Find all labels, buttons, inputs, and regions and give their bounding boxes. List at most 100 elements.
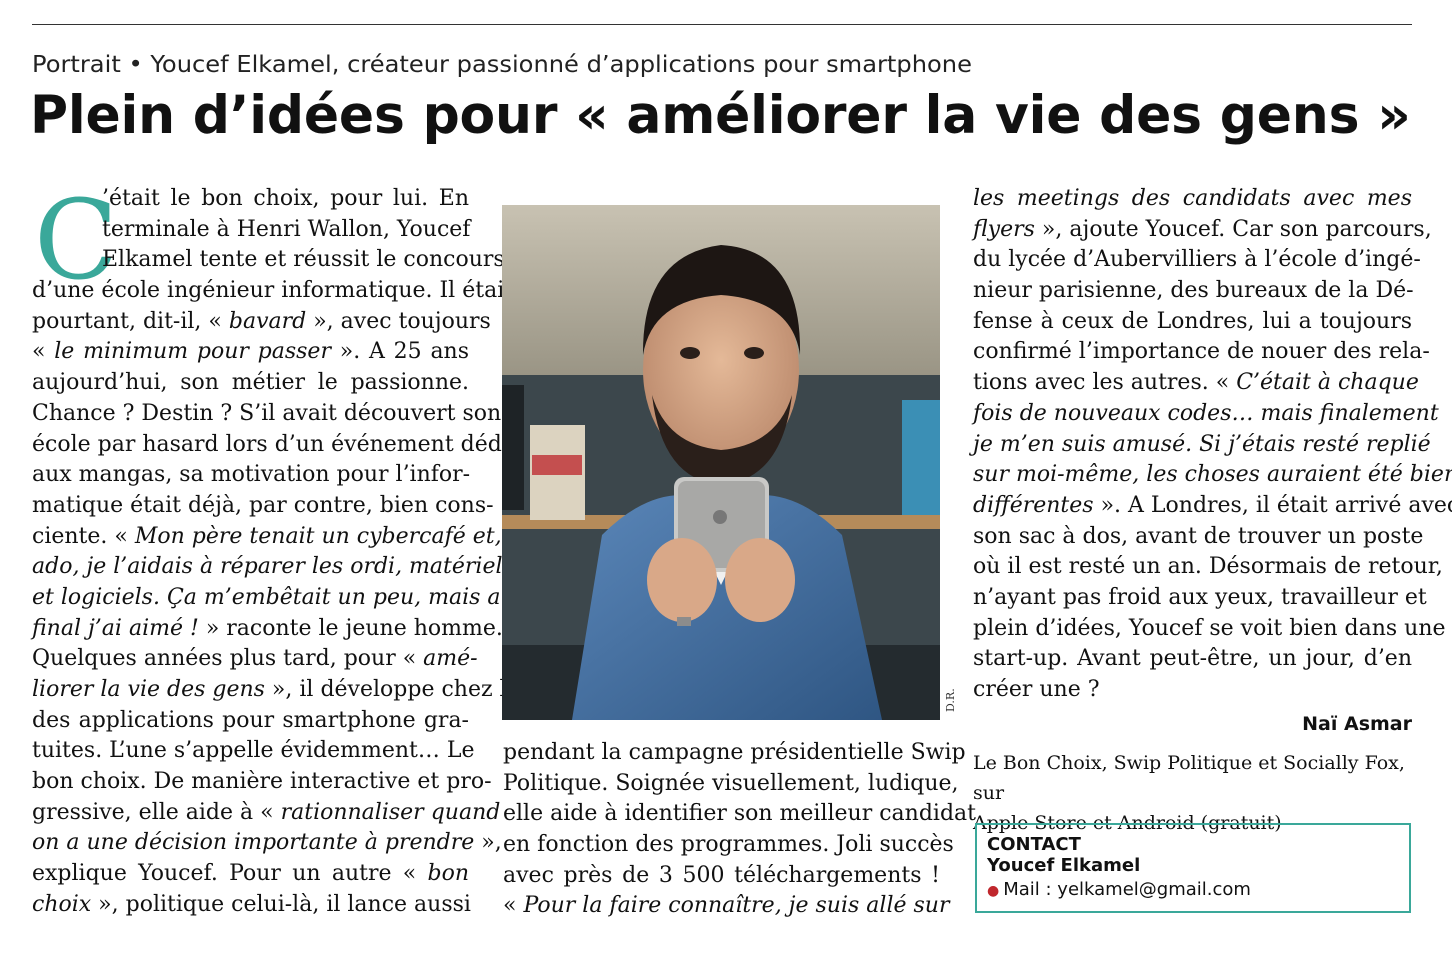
quote-text: on a une décision importante à prendre	[32, 830, 475, 856]
text-line: n’ayant pas froid aux yeux, travailleur …	[973, 583, 1427, 614]
text-line: son sac à dos, avant de trouver un poste	[973, 522, 1423, 553]
text-line: tuites. L’une s’appelle évidemment… Le	[32, 736, 475, 767]
body-text: ciente. «	[32, 523, 135, 549]
text-line: et logiciels. Ça m’embêtait un peu, mais…	[32, 583, 515, 614]
article-kicker: Portrait • Youcef Elkamel, créateur pass…	[32, 52, 972, 78]
body-text: aujourd’hui, son métier le passionne.	[32, 370, 469, 396]
quote-text: Mon père tenait un cybercafé et,	[134, 523, 502, 549]
body-text: Quelques années plus tard, pour «	[32, 646, 424, 672]
quote-text: et logiciels. Ça m’embêtait un peu, mais…	[32, 584, 515, 610]
body-text: Chance ? Destin ? S’il avait découvert s…	[32, 400, 502, 426]
article-column-3: les meetings des candidats avec mes flyer…	[973, 184, 1452, 706]
text-line: pourtant, dit-il, « bavard », avec toujo…	[32, 307, 491, 338]
text-line: Elkamel tente et réussit le concours	[32, 245, 505, 276]
body-text: son sac à dos, avant de trouver un poste	[973, 523, 1424, 549]
quote-text: choix	[32, 891, 92, 917]
text-line: confirmé l’importance de nouer des rela-	[973, 337, 1430, 368]
body-text: n’ayant pas froid aux yeux, travailleur …	[973, 584, 1427, 610]
quote-text: C’était à chaque	[1236, 370, 1419, 396]
body-text: tuites. L’une s’appelle évidemment… Le	[32, 738, 475, 764]
text-line: final j’ai aimé ! » raconte le jeune hom…	[32, 614, 503, 645]
text-line: nieur parisienne, des bureaux de la Dé-	[973, 276, 1414, 307]
text-line: créer une ?	[973, 675, 1412, 706]
body-text: »,	[474, 830, 502, 856]
quote-text: ado, je l’aidais à réparer les ordi, mat…	[32, 554, 503, 580]
text-line: gressive, elle aide à « rationnaliser qu…	[32, 798, 500, 829]
text-line: ’était le bon choix, pour lui. En	[32, 184, 469, 215]
text-line: en fonction des programmes. Joli succès	[503, 830, 954, 861]
text-line: différentes ». A Londres, il était arriv…	[973, 491, 1452, 522]
text-line: les meetings des candidats avec mes	[973, 184, 1412, 215]
text-line: je m’en suis amusé. Si j’étais resté rep…	[973, 430, 1431, 461]
contact-name: Youcef Elkamel	[987, 855, 1141, 876]
text-line: école par hasard lors d’un événement déd…	[32, 430, 522, 461]
text-line: fois de nouveaux codes… mais finalement	[973, 399, 1439, 430]
quote-text: je m’en suis amusé. Si j’étais resté rep…	[973, 431, 1431, 457]
body-text: plein d’idées, Youcef se voit bien dans …	[973, 615, 1446, 641]
body-text: en fonction des programmes. Joli succès	[503, 832, 954, 858]
text-line: start-up. Avant peut-être, un jour, d’en	[973, 644, 1412, 675]
text-line: elle aide à identifier son meilleur cand…	[503, 799, 976, 830]
body-text: start-up. Avant peut-être, un jour, d’en	[973, 646, 1412, 672]
text-line: explique Youcef. Pour un autre « bon	[32, 859, 469, 890]
quote-text: les meetings des candidats avec mes	[973, 186, 1412, 211]
quote-text: le minimum pour passer	[54, 339, 331, 365]
text-line: bon choix. De manière interactive et pro…	[32, 767, 492, 798]
text-line: des applications pour smartphone gra-	[32, 706, 469, 737]
text-line: liorer la vie des gens », il développe c…	[32, 675, 528, 706]
text-line: Politique. Soignée visuellement, ludique…	[503, 769, 959, 800]
body-text: », il développe chez lui	[264, 677, 528, 702]
body-text: » raconte le jeune homme.	[198, 615, 503, 641]
quote-text: flyers	[973, 216, 1035, 242]
text-line: où il est resté un an. Désormais de reto…	[973, 552, 1443, 583]
body-text: «	[503, 893, 524, 919]
bullet-icon: ●	[987, 883, 1000, 899]
body-text: explique Youcef. Pour un autre «	[32, 861, 428, 887]
quote-text: final j’ai aimé !	[32, 615, 199, 641]
contact-box: CONTACT Youcef Elkamel ● Mail : yelkamel@…	[975, 823, 1411, 913]
contact-mail: ● Mail : yelkamel@gmail.com	[987, 877, 1409, 904]
quote-text: différentes	[973, 492, 1094, 518]
quote-text: liorer la vie des gens	[32, 677, 265, 702]
apps-info-line-1: Le Bon Choix, Swip Politique et Socially…	[973, 752, 1405, 804]
text-line: Quelques années plus tard, pour « amé-	[32, 644, 478, 675]
text-line: terminale à Henri Wallon, Youcef	[32, 215, 471, 246]
body-text: ». A Londres, il était arrivé avec	[1093, 492, 1452, 518]
text-line: aujourd’hui, son métier le passionne.	[32, 368, 469, 399]
text-line: Chance ? Destin ? S’il avait découvert s…	[32, 399, 501, 430]
body-text: gressive, elle aide à «	[32, 799, 281, 825]
text-line: on a une décision importante à prendre »…	[32, 828, 502, 859]
body-text: créer une ?	[973, 677, 1100, 702]
body-text: avec près de 3 500 téléchargements !	[503, 862, 940, 888]
body-text: fense à ceux de Londres, lui a toujours	[973, 308, 1412, 334]
text-line: ciente. « Mon père tenait un cybercafé e…	[32, 522, 502, 553]
body-text: où il est resté un an. Désormais de reto…	[973, 554, 1443, 580]
text-line: plein d’idées, Youcef se voit bien dans …	[973, 614, 1446, 645]
text-line: flyers », ajoute Youcef. Car son parcour…	[973, 215, 1432, 246]
contact-title: CONTACT	[987, 834, 1081, 855]
body-text: bon choix. De manière interactive et pro…	[32, 769, 492, 795]
quote-text: fois de nouveaux codes… mais finalement	[973, 400, 1439, 426]
text-line: aux mangas, sa motivation pour l’infor-	[32, 460, 471, 491]
article-column-2: pendant la campagne présidentielle Swip P…	[503, 738, 976, 922]
text-line: tions avec les autres. « C’était à chaqu…	[973, 368, 1419, 399]
text-line: d’une école ingénieur informatique. Il é…	[32, 276, 513, 307]
body-text: ». A 25 ans	[330, 339, 470, 365]
body-text: », ajoute Youcef. Car son parcours,	[1034, 216, 1432, 242]
text-line: ado, je l’aidais à réparer les ordi, mat…	[32, 552, 503, 583]
body-text: Elkamel tente et réussit le concours	[102, 247, 505, 273]
body-text: pourtant, dit-il, «	[32, 308, 229, 334]
body-text: terminale à Henri Wallon, Youcef	[102, 216, 471, 242]
top-rule	[32, 24, 1412, 25]
quote-text: sur moi-même, les choses auraient été bi…	[973, 462, 1452, 488]
text-line: du lycée d’Aubervilliers à l’école d’ing…	[973, 245, 1421, 276]
body-text: nieur parisienne, des bureaux de la Dé-	[973, 278, 1414, 304]
body-text: tions avec les autres. «	[973, 370, 1237, 396]
body-text: école par hasard lors d’un événement déd…	[32, 431, 522, 457]
body-text: aux mangas, sa motivation pour l’infor-	[32, 462, 471, 488]
body-text: », avec toujours	[306, 308, 491, 334]
contact-mail-text[interactable]: Mail : yelkamel@gmail.com	[1003, 879, 1251, 900]
body-text: matique était déjà, par contre, bien con…	[32, 492, 494, 518]
body-text: », politique celui-là, il lance aussi	[91, 891, 471, 917]
text-line: « Pour la faire connaître, je suis allé …	[503, 891, 949, 922]
